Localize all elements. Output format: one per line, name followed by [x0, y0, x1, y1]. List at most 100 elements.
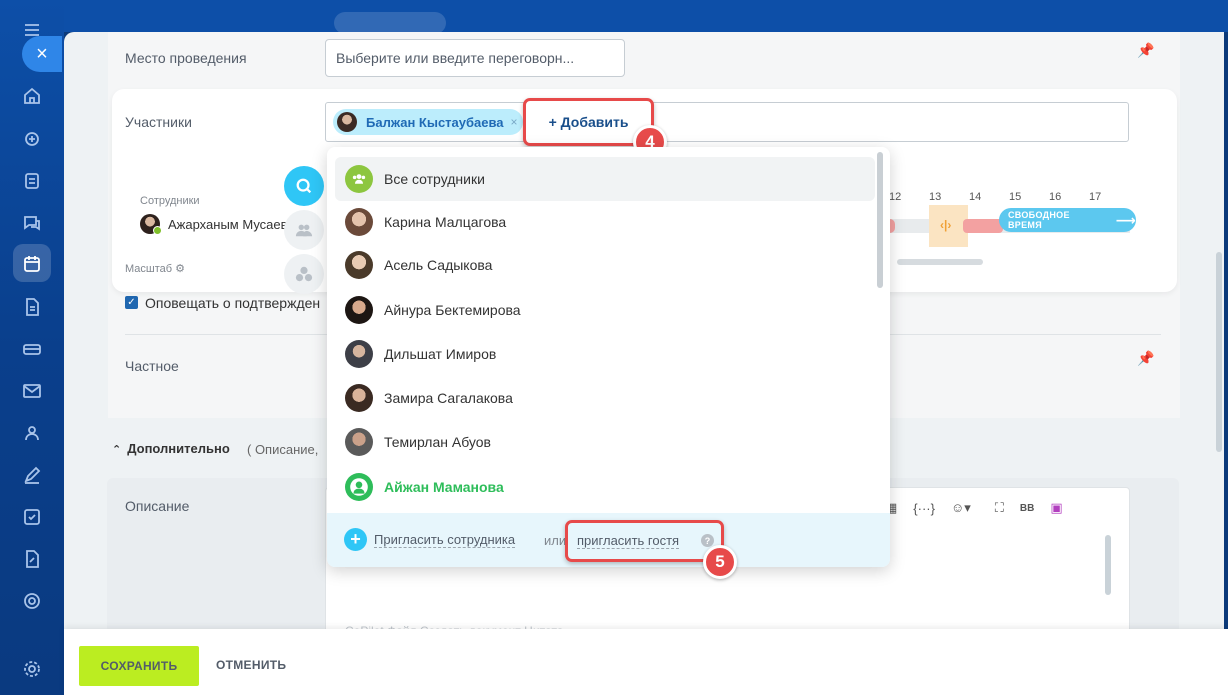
tasks-icon[interactable]: [20, 169, 44, 193]
avatar: [345, 296, 373, 324]
gear-icon: ⚙: [175, 263, 185, 275]
more-title-text: Дополнительно: [127, 441, 230, 456]
remove-chip-icon[interactable]: ×: [511, 115, 518, 129]
editor-toolbar: ▦ {···} ☺▾ ⛶ BB ▣: [885, 500, 1063, 516]
list-item-label: Асель Садыкова: [384, 257, 493, 273]
list-item[interactable]: Асель Садыкова: [335, 243, 875, 287]
description-label: Описание: [125, 498, 190, 514]
scale-label[interactable]: Масштаб ⚙: [125, 262, 185, 275]
top-bar: [64, 0, 1228, 34]
hour-label: 16: [1049, 191, 1062, 203]
cancel-button[interactable]: ОТМЕНИТЬ: [216, 658, 286, 672]
dropdown-scrollbar[interactable]: [877, 152, 883, 288]
employee-name: Ажарханым Мусаева: [168, 216, 286, 232]
fullscreen-icon[interactable]: ⛶: [995, 500, 1004, 516]
pin-icon[interactable]: 📌: [1137, 350, 1154, 367]
or-text: или: [544, 533, 567, 548]
planner-employee-row: Ажарханым Мусаева: [140, 214, 286, 235]
location-select[interactable]: Выберите или введите переговорн...: [325, 39, 625, 77]
list-item-label: Дильшат Имиров: [384, 346, 497, 362]
free-time-button[interactable]: СВОБОДНОЕ ВРЕМЯ ⟶: [999, 208, 1136, 232]
chevron-up-icon: ⌃: [112, 444, 122, 456]
busy-slot: [963, 219, 1003, 233]
list-item[interactable]: Темирлан Абуов: [335, 420, 875, 464]
help-icon[interactable]: ?: [701, 534, 714, 547]
close-slider-button[interactable]: ×: [22, 36, 62, 72]
hour-label: 12: [889, 191, 902, 203]
chat-icon[interactable]: [20, 211, 44, 235]
sign-icon[interactable]: [20, 463, 44, 487]
group-icon: [345, 165, 373, 193]
goals-icon[interactable]: [20, 589, 44, 613]
mail-icon[interactable]: [20, 379, 44, 403]
employees-label: Сотрудники: [140, 195, 200, 207]
settings-icon[interactable]: [20, 657, 44, 681]
contacts-icon[interactable]: [20, 421, 44, 445]
plus-icon[interactable]: +: [344, 528, 367, 551]
save-button[interactable]: СОХРАНИТЬ: [79, 646, 199, 686]
location-placeholder: Выберите или введите переговорн...: [336, 50, 575, 66]
list-item[interactable]: Айнура Бектемирова: [335, 288, 875, 332]
resize-handle-icon[interactable]: ‹|›: [940, 218, 951, 232]
notify-label: Оповещать о подтвержден: [145, 295, 321, 311]
user-icon: [345, 473, 373, 501]
close-icon: ×: [36, 42, 48, 65]
timeline-scrollbar[interactable]: [897, 259, 983, 265]
hour-label: 14: [969, 191, 982, 203]
private-label: Частное: [125, 358, 179, 374]
invite-employee-link[interactable]: Пригласить сотрудника: [374, 532, 516, 548]
calendar-icon[interactable]: [20, 252, 44, 276]
code-icon[interactable]: {···}: [913, 501, 935, 516]
list-item[interactable]: Карина Малцагова: [335, 200, 875, 244]
more-subtitle: ( Описание,: [247, 442, 319, 457]
crm-icon[interactable]: [20, 337, 44, 361]
hour-label: 15: [1009, 191, 1022, 203]
checklist-icon[interactable]: [20, 505, 44, 529]
hour-label: 17: [1089, 191, 1102, 203]
list-item-all-employees[interactable]: Все сотрудники: [335, 157, 875, 201]
home-icon[interactable]: [20, 84, 44, 108]
avatar: [337, 112, 357, 132]
employees-tab[interactable]: [284, 210, 324, 250]
emoji-icon[interactable]: ☺▾: [951, 500, 971, 516]
participants-label: Участники: [125, 114, 192, 130]
bbcode-icon[interactable]: BB: [1020, 503, 1034, 514]
avatar: [140, 214, 162, 235]
more-section-toggle[interactable]: ⌃ Дополнительно: [112, 441, 230, 456]
avatar: [345, 340, 373, 368]
left-sidebar: [0, 0, 64, 695]
search-tab[interactable]: [284, 166, 324, 206]
search-icon: [296, 178, 312, 194]
panel-scrollbar[interactable]: [1216, 252, 1222, 452]
list-item[interactable]: Замира Сагалакова: [335, 376, 875, 420]
edit-doc-icon[interactable]: [20, 547, 44, 571]
pin-icon[interactable]: 📌: [1137, 42, 1154, 59]
feed-icon[interactable]: [20, 127, 44, 151]
notify-checkbox[interactable]: ✓: [125, 296, 138, 309]
arrow-right-icon: ⟶: [1115, 211, 1136, 228]
list-item-label: Замира Сагалакова: [384, 390, 513, 406]
avatar: [345, 428, 373, 456]
groups-tab[interactable]: [284, 254, 324, 294]
invite-guest-link[interactable]: пригласить гостя: [577, 533, 680, 549]
top-search-pill[interactable]: [334, 12, 446, 34]
avatar: [345, 208, 373, 236]
list-item-label: Айнура Бектемирова: [384, 302, 521, 318]
hour-label: 13: [929, 191, 942, 203]
list-item-label: Темирлан Абуов: [384, 434, 491, 450]
avatar: [345, 384, 373, 412]
list-item-label: Карина Малцагова: [384, 214, 507, 230]
users-icon: [295, 224, 313, 237]
participant-name: Балжан Кыстаубаева: [366, 114, 504, 130]
free-time-label: СВОБОДНОЕ ВРЕМЯ: [1008, 210, 1070, 230]
image-ai-icon[interactable]: ▣: [1050, 500, 1062, 516]
list-item-label: Айжан Маманова: [384, 479, 504, 495]
step-5-badge: 5: [703, 545, 737, 579]
location-label: Место проведения: [125, 50, 247, 66]
participant-chip[interactable]: Балжан Кыстаубаева ×: [333, 109, 523, 135]
list-item[interactable]: Айжан Маманова: [335, 465, 875, 509]
list-item[interactable]: Дильшат Имиров: [335, 332, 875, 376]
editor-scrollbar[interactable]: [1105, 535, 1111, 595]
documents-icon[interactable]: [20, 295, 44, 319]
groups-icon: [295, 266, 313, 282]
